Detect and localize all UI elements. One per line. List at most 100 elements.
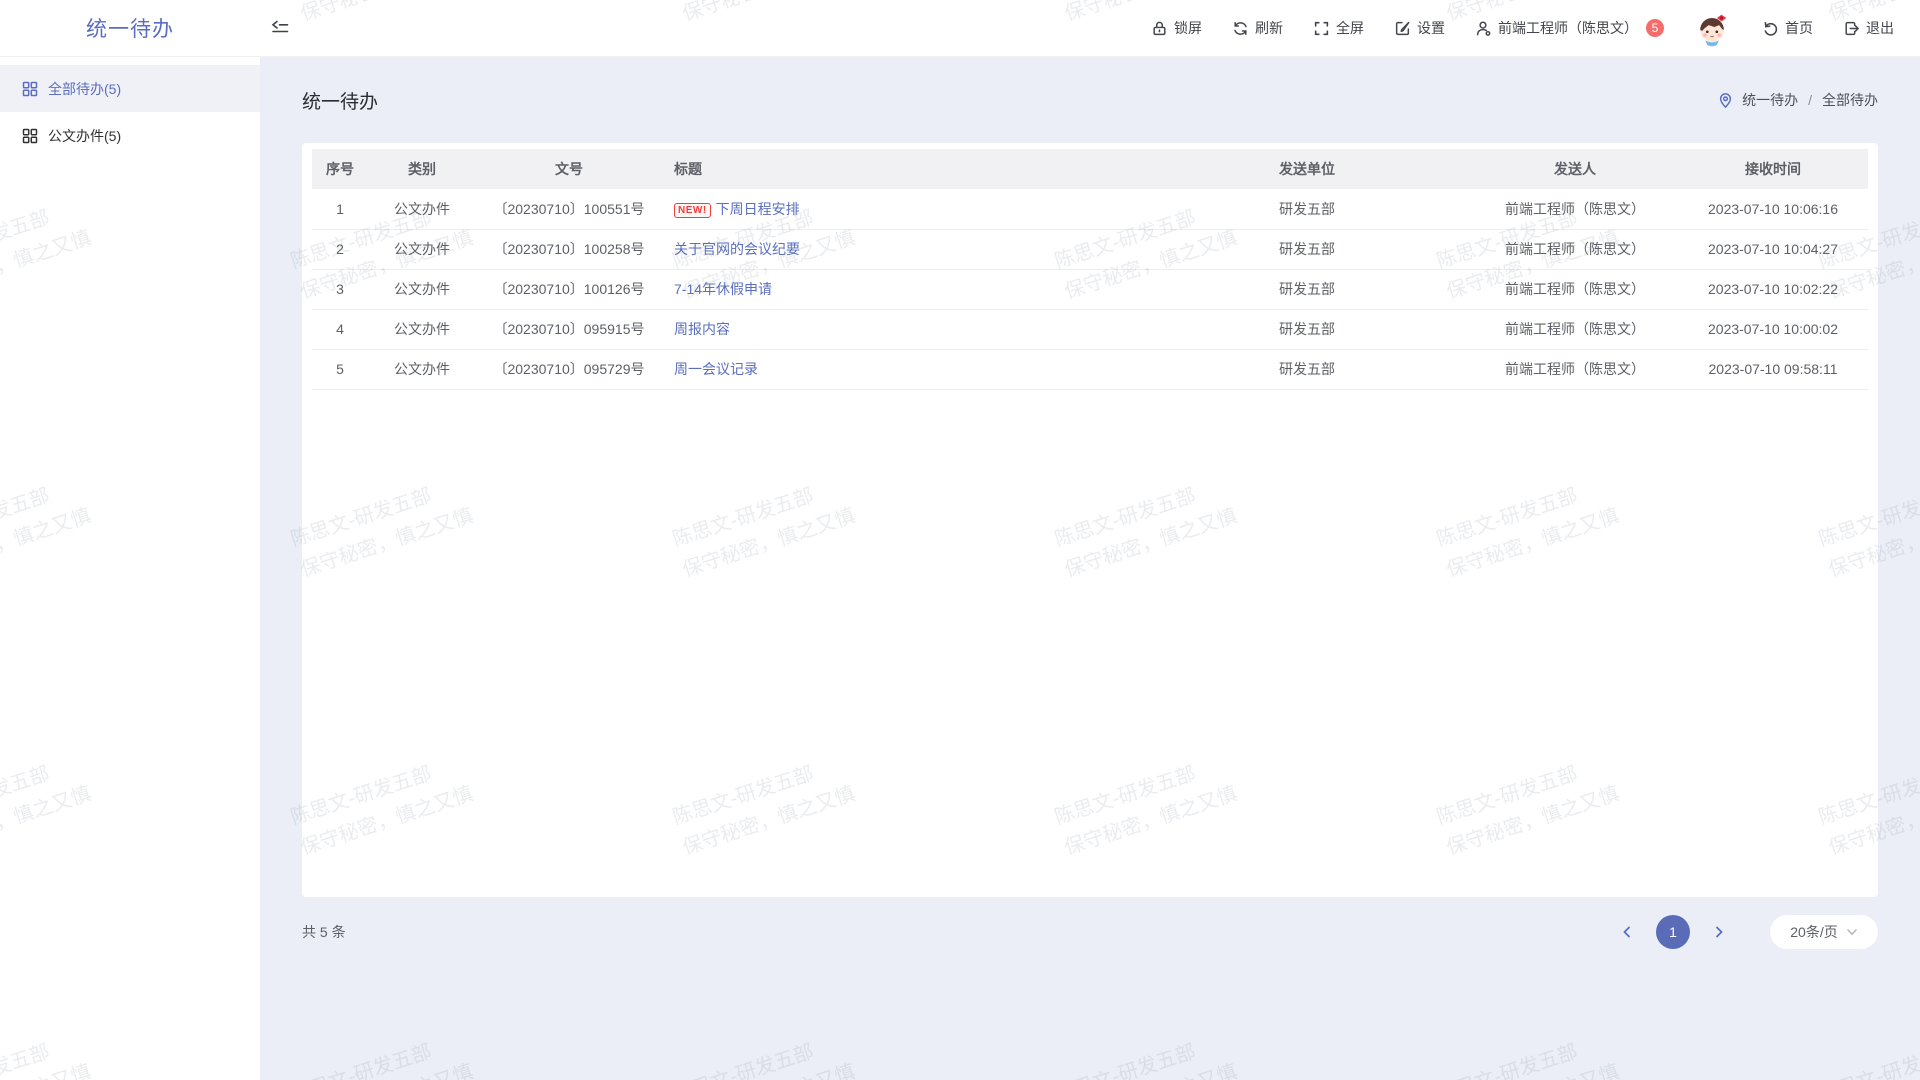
sidebar: 全部待办(5) 公文办件(5)	[0, 57, 260, 1080]
new-badge: NEW!	[674, 203, 711, 218]
avatar[interactable]	[1694, 9, 1732, 47]
row-unit: 研发五部	[1142, 189, 1472, 229]
pager: 1 20条/页	[1612, 915, 1878, 949]
document-title-link[interactable]: 周报内容	[674, 321, 730, 337]
logout-label: 退出	[1866, 18, 1894, 38]
col-header-index: 序号	[312, 149, 368, 189]
content-area: 统一待办 统一待办 / 全部待办 序号	[260, 57, 1920, 1080]
table-row: 2公文办件〔20230710〕100258号关于官网的会议纪要研发五部前端工程师…	[312, 229, 1868, 269]
row-sender: 前端工程师（陈思文）	[1472, 229, 1678, 269]
col-header-category: 类别	[368, 149, 476, 189]
page-number-button[interactable]: 1	[1656, 915, 1690, 949]
page-size-select[interactable]: 20条/页	[1770, 915, 1878, 949]
todo-count-badge: 5	[1646, 19, 1664, 37]
row-doc-no: 〔20230710〕100258号	[476, 229, 662, 269]
row-category: 公文办件	[368, 189, 476, 229]
location-pin-icon	[1717, 92, 1734, 109]
home-button[interactable]: 首页	[1762, 18, 1813, 38]
row-doc-no: 〔20230710〕100126号	[476, 269, 662, 309]
row-doc-no: 〔20230710〕100551号	[476, 189, 662, 229]
settings-label: 设置	[1417, 18, 1445, 38]
row-category: 公文办件	[368, 349, 476, 389]
todo-table-card: 序号 类别 文号 标题 发送单位 发送人 接收时间 1公文办件〔20230710…	[302, 143, 1878, 897]
breadcrumb: 统一待办 / 全部待办	[1717, 90, 1878, 110]
settings-edit-icon	[1394, 20, 1411, 37]
sidebar-collapse-button[interactable]	[260, 8, 300, 48]
topbar-actions: 锁屏 刷新 全屏 设置	[1151, 9, 1920, 47]
app-logo: 统一待办	[0, 13, 260, 43]
page-head: 统一待办 统一待办 / 全部待办	[302, 57, 1878, 143]
grid-icon	[22, 81, 38, 97]
user-name-label: 前端工程师（陈思文）	[1498, 18, 1638, 38]
row-index: 3	[312, 269, 368, 309]
user-menu[interactable]: 前端工程师（陈思文） 5	[1475, 18, 1664, 38]
fullscreen-icon	[1313, 20, 1330, 37]
row-category: 公文办件	[368, 229, 476, 269]
breadcrumb-separator: /	[1808, 92, 1812, 108]
sidebar-item-all-todo[interactable]: 全部待办(5)	[0, 65, 260, 112]
row-doc-no: 〔20230710〕095915号	[476, 309, 662, 349]
lock-screen-label: 锁屏	[1174, 18, 1202, 38]
sidebar-item-official-docs[interactable]: 公文办件(5)	[0, 112, 260, 159]
row-index: 1	[312, 189, 368, 229]
next-page-button[interactable]	[1704, 917, 1734, 947]
row-title-cell: 周报内容	[662, 309, 1142, 349]
fullscreen-button[interactable]: 全屏	[1313, 18, 1364, 38]
lock-icon	[1151, 20, 1168, 37]
breadcrumb-root[interactable]: 统一待办	[1742, 90, 1798, 110]
row-unit: 研发五部	[1142, 349, 1472, 389]
avatar-image	[1694, 7, 1732, 49]
breadcrumb-current: 全部待办	[1822, 90, 1878, 110]
col-header-doc-no: 文号	[476, 149, 662, 189]
row-unit: 研发五部	[1142, 309, 1472, 349]
logout-icon	[1843, 20, 1860, 37]
settings-button[interactable]: 设置	[1394, 18, 1445, 38]
logout-button[interactable]: 退出	[1843, 18, 1894, 38]
chevron-left-icon	[1621, 926, 1633, 938]
row-time: 2023-07-10 10:00:02	[1678, 309, 1868, 349]
fullscreen-label: 全屏	[1336, 18, 1364, 38]
undo-home-icon	[1762, 20, 1779, 37]
document-title-link[interactable]: 周一会议记录	[674, 361, 758, 377]
refresh-button[interactable]: 刷新	[1232, 18, 1283, 38]
page-title: 统一待办	[302, 87, 378, 114]
row-category: 公文办件	[368, 269, 476, 309]
row-time: 2023-07-10 10:06:16	[1678, 189, 1868, 229]
row-time: 2023-07-10 09:58:11	[1678, 349, 1868, 389]
row-sender: 前端工程师（陈思文）	[1472, 269, 1678, 309]
sidebar-item-label: 全部待办(5)	[48, 79, 121, 99]
row-title-cell: NEW! 下周日程安排	[662, 189, 1142, 229]
row-index: 4	[312, 309, 368, 349]
row-category: 公文办件	[368, 309, 476, 349]
refresh-label: 刷新	[1255, 18, 1283, 38]
row-title-cell: 7-14年休假申请	[662, 269, 1142, 309]
document-title-link[interactable]: 下周日程安排	[716, 201, 800, 217]
menu-fold-icon	[271, 19, 289, 37]
table-row: 3公文办件〔20230710〕100126号 7-14年休假申请 研发五部前端工程师…	[312, 269, 1868, 309]
main-layout: 全部待办(5) 公文办件(5) 统一待办 统一待办	[0, 57, 1920, 1080]
table-header-row: 序号 类别 文号 标题 发送单位 发送人 接收时间	[312, 149, 1868, 189]
row-time: 2023-07-10 10:04:27	[1678, 229, 1868, 269]
col-header-time: 接收时间	[1678, 149, 1868, 189]
grid-icon	[22, 128, 38, 144]
lock-screen-button[interactable]: 锁屏	[1151, 18, 1202, 38]
document-title-link[interactable]: 7-14年休假申请	[674, 281, 772, 297]
row-sender: 前端工程师（陈思文）	[1472, 349, 1678, 389]
page-size-value: 20条/页	[1790, 922, 1837, 942]
sidebar-item-label: 公文办件(5)	[48, 126, 121, 146]
row-unit: 研发五部	[1142, 269, 1472, 309]
table-row: 5公文办件〔20230710〕095729号周一会议记录研发五部前端工程师（陈思…	[312, 349, 1868, 389]
prev-page-button[interactable]	[1612, 917, 1642, 947]
refresh-icon	[1232, 20, 1249, 37]
chevron-right-icon	[1713, 926, 1725, 938]
todo-table: 序号 类别 文号 标题 发送单位 发送人 接收时间 1公文办件〔20230710…	[312, 149, 1868, 390]
row-index: 5	[312, 349, 368, 389]
table-row: 4公文办件〔20230710〕095915号周报内容研发五部前端工程师（陈思文）…	[312, 309, 1868, 349]
top-header: 统一待办 锁屏 刷新	[0, 0, 1920, 57]
row-title-cell: 周一会议记录	[662, 349, 1142, 389]
row-unit: 研发五部	[1142, 229, 1472, 269]
table-row: 1公文办件〔20230710〕100551号NEW!下周日程安排研发五部前端工程…	[312, 189, 1868, 229]
chevron-down-icon	[1846, 926, 1858, 938]
document-title-link[interactable]: 关于官网的会议纪要	[674, 241, 800, 257]
pagination-bar: 共 5 条 1 20条/页	[302, 897, 1878, 967]
